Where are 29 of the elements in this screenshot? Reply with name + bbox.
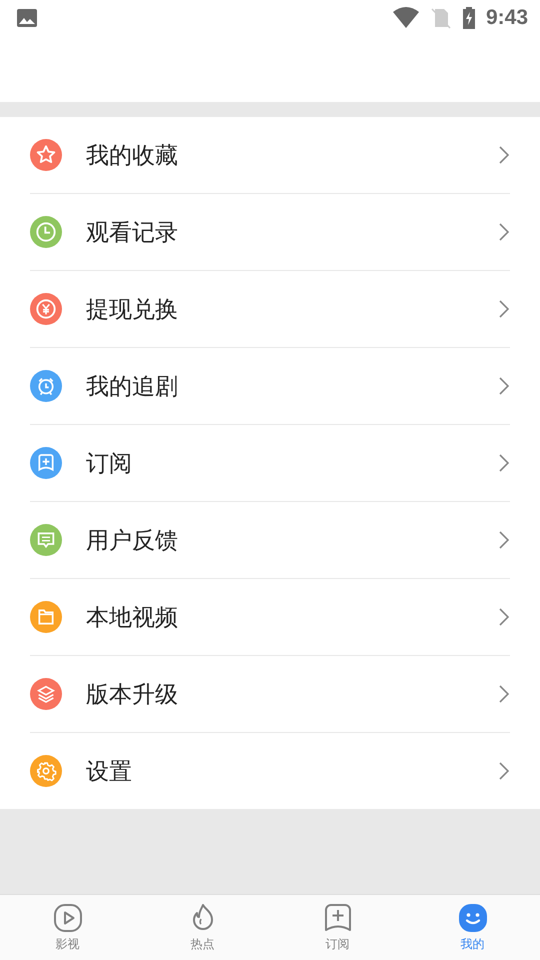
chevron-right-icon (498, 761, 510, 781)
tab[interactable]: 热点 (135, 895, 270, 960)
play-icon (52, 902, 84, 934)
menu-item[interactable]: 我的追剧 (86, 370, 498, 402)
chevron-right-icon (498, 376, 510, 396)
menu-item[interactable]: 用户反馈 (86, 524, 498, 556)
wifi-icon (392, 7, 420, 29)
chevron-right-icon (498, 453, 510, 473)
battery-charging-icon (462, 6, 476, 30)
menu-item[interactable]: 本地视频 (86, 602, 498, 632)
menu-item[interactable]: 观看记录 (86, 216, 498, 248)
status-time: 9:43 (486, 6, 528, 30)
no-sim-icon (430, 7, 452, 29)
chevron-right-icon (498, 607, 510, 627)
tab[interactable]: 我的 (405, 895, 540, 960)
menu-item[interactable]: 设置 (86, 756, 498, 786)
chevron-right-icon (498, 145, 510, 165)
tab[interactable]: 订阅 (270, 895, 405, 960)
chevron-right-icon (498, 299, 510, 319)
chevron-right-icon (498, 222, 510, 242)
menu-item[interactable]: 订阅 (86, 448, 498, 478)
chevron-right-icon (498, 684, 510, 704)
chevron-right-icon (498, 530, 510, 550)
menu-item[interactable]: 我的收藏 (86, 140, 498, 170)
smiley-icon (456, 902, 488, 934)
image-icon (16, 7, 38, 29)
menu-item[interactable]: 提现兑换 (86, 294, 498, 324)
tab[interactable]: 影视 (0, 895, 135, 960)
menu-item[interactable]: 版本升级 (86, 678, 498, 710)
